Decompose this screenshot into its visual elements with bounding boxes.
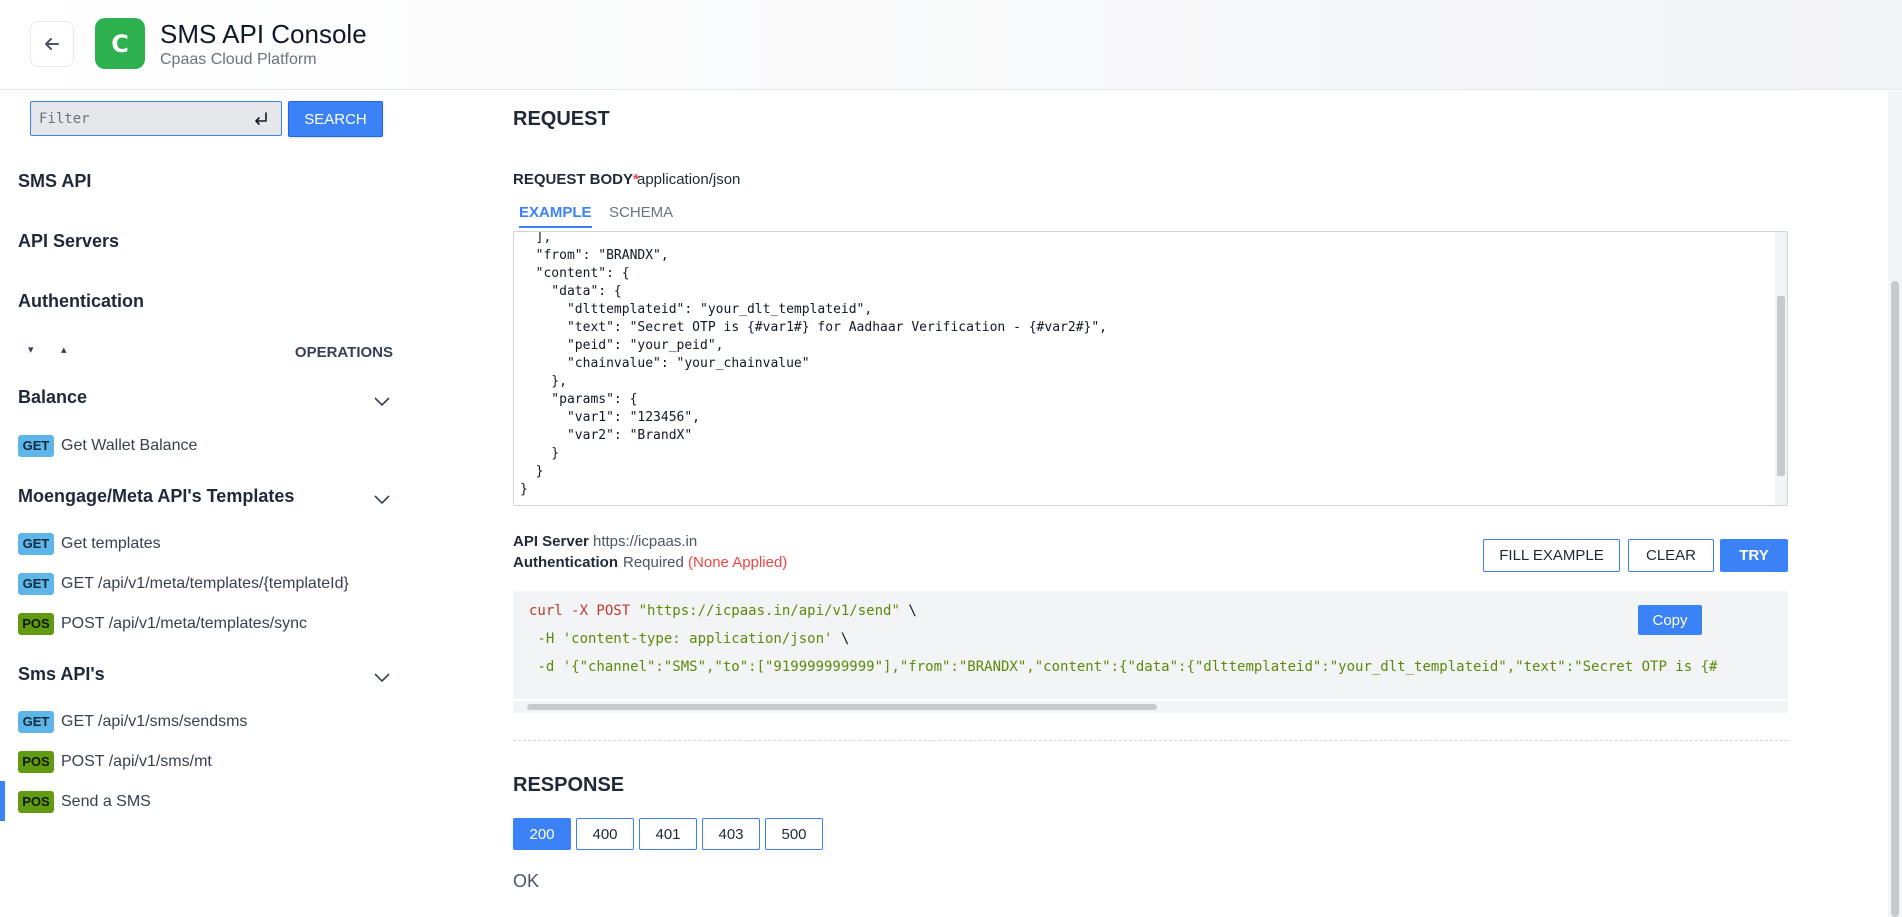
chevron-down-icon[interactable] (372, 492, 392, 506)
request-body-text: REQUEST BODY (513, 171, 634, 188)
sidebar-item-authentication[interactable]: Authentication (18, 291, 144, 312)
curl-snippet: curl -X POST "https://icpaas.in/api/v1/s… (513, 591, 1788, 699)
request-title: REQUEST (513, 108, 610, 130)
filter-input[interactable] (31, 102, 281, 135)
chevron-down-icon[interactable] (372, 670, 392, 684)
curl-data: -d '{"channel":"SMS","to":["919999999999… (529, 659, 1718, 675)
api-server-value: https://icpaas.in (593, 533, 698, 550)
response-description: OK (513, 871, 540, 891)
auth-status: (None Applied) (688, 554, 788, 571)
back-button[interactable] (30, 21, 74, 67)
curl-scrollbar-thumb[interactable] (527, 704, 1157, 710)
operations-header: ▾ ▴ OPERATIONS (18, 341, 393, 365)
status-200-button[interactable]: 200 (513, 818, 571, 850)
arrow-left-icon (45, 38, 59, 50)
status-401-button[interactable]: 401 (639, 818, 697, 850)
method-badge: GET (18, 711, 54, 733)
operation-label: GET /api/v1/meta/templates/{templateId} (61, 575, 349, 592)
app-title: SMS API Console (160, 19, 367, 49)
sidebar-item-get-template-by-id[interactable]: GET GET /api/v1/meta/templates/{template… (18, 572, 408, 596)
sidebar-item-get-wallet-balance[interactable]: GET Get Wallet Balance (18, 434, 408, 458)
curl-line-3: -d '{"channel":"SMS","to":["919999999999… (529, 659, 1717, 675)
content-type: application/json (637, 171, 741, 188)
fill-example-button[interactable]: FILL EXAMPLE (1483, 539, 1620, 572)
method-badge: GET (18, 435, 54, 457)
search-button[interactable]: SEARCH (288, 101, 383, 137)
section-divider (513, 740, 1788, 741)
request-body-editor[interactable]: ], "from": "BRANDX", "content": { "data"… (513, 231, 1788, 506)
status-500-button[interactable]: 500 (765, 818, 823, 850)
filter-box (30, 101, 282, 136)
enter-icon (255, 112, 267, 125)
group-moengage-templates[interactable]: Moengage/Meta API's Templates (18, 486, 294, 507)
editor-scrollbar[interactable] (1775, 232, 1787, 505)
clear-button[interactable]: CLEAR (1628, 539, 1714, 572)
try-button[interactable]: TRY (1720, 539, 1788, 572)
auth-required: Required (623, 554, 684, 571)
group-sms-apis[interactable]: Sms API's (18, 664, 105, 685)
curl-line-1: curl -X POST "https://icpaas.in/api/v1/s… (529, 603, 917, 619)
request-body-code[interactable]: ], "from": "BRANDX", "content": { "data"… (520, 232, 1107, 499)
expand-all-icon[interactable]: ▾ (28, 343, 34, 356)
curl-command: curl -X POST (529, 603, 631, 619)
status-403-button[interactable]: 403 (702, 818, 760, 850)
method-badge: POS (18, 791, 54, 813)
sidebar-item-post-mt[interactable]: POS POST /api/v1/sms/mt (18, 750, 408, 774)
operation-label: Get templates (61, 535, 161, 552)
sidebar-item-sync-templates[interactable]: POS POST /api/v1/meta/templates/sync (18, 612, 408, 636)
operation-label: GET /api/v1/sms/sendsms (61, 713, 248, 730)
group-balance[interactable]: Balance (18, 387, 87, 408)
curl-continuation: \ (832, 631, 850, 647)
curl-url: "https://icpaas.in/api/v1/send" (638, 603, 900, 619)
app-header: C SMS API Console Cpaas Cloud Platform (0, 0, 1902, 90)
page-scrollbar[interactable] (1888, 91, 1902, 917)
sidebar-item-get-templates[interactable]: GET Get templates (18, 532, 408, 556)
curl-line-2: -H 'content-type: application/json' \ (529, 631, 849, 647)
status-400-button[interactable]: 400 (576, 818, 634, 850)
page-scrollbar-thumb[interactable] (1891, 281, 1899, 917)
collapse-all-icon[interactable]: ▴ (61, 343, 67, 356)
curl-header: -H 'content-type: application/json' (529, 631, 833, 647)
active-indicator (0, 781, 5, 821)
operations-label: OPERATIONS (294, 344, 393, 361)
method-badge: POS (18, 751, 54, 773)
operation-label: Send a SMS (61, 793, 151, 810)
copy-button[interactable]: Copy (1638, 605, 1702, 635)
sidebar: SEARCH SMS API API Servers Authenticatio… (0, 91, 413, 917)
app-subtitle: Cpaas Cloud Platform (160, 51, 317, 68)
operation-label: POST /api/v1/meta/templates/sync (61, 615, 308, 632)
method-badge: GET (18, 533, 54, 555)
sidebar-item-send-sms[interactable]: POS Send a SMS (18, 790, 408, 814)
main-content: REQUEST REQUEST BODY* application/json E… (413, 91, 1902, 917)
tab-example[interactable]: EXAMPLE (519, 204, 592, 228)
curl-scrollbar[interactable] (513, 701, 1788, 713)
method-badge: GET (18, 573, 54, 595)
operation-label: POST /api/v1/sms/mt (61, 753, 212, 770)
tab-schema[interactable]: SCHEMA (609, 204, 673, 226)
api-server-label: API Server (513, 533, 589, 550)
sidebar-item-sms-api[interactable]: SMS API (18, 171, 91, 192)
auth-label: Authentication (513, 554, 618, 571)
chevron-down-icon[interactable] (372, 394, 392, 408)
sidebar-item-api-servers[interactable]: API Servers (18, 231, 119, 252)
app-logo: C (95, 18, 145, 69)
auth-value: Required (None Applied) (623, 554, 787, 571)
curl-continuation: \ (899, 603, 917, 619)
request-body-label: REQUEST BODY* (513, 171, 639, 188)
method-badge: POS (18, 613, 54, 635)
operation-label: Get Wallet Balance (61, 437, 198, 454)
sidebar-item-get-sendsms[interactable]: GET GET /api/v1/sms/sendsms (18, 710, 408, 734)
editor-scrollbar-thumb[interactable] (1777, 296, 1785, 476)
response-title: RESPONSE (513, 774, 625, 796)
